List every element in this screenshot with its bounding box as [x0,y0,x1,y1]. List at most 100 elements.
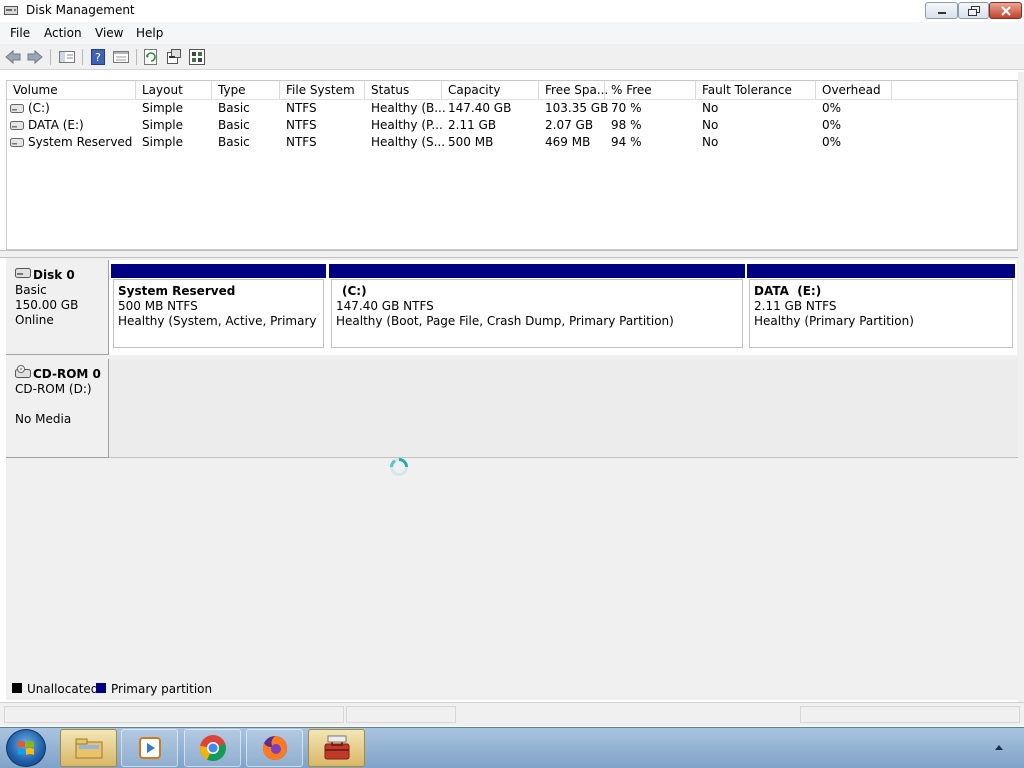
toolbox-app-icon [324,735,349,760]
table-row[interactable]: DATA (E:) Simple Basic NTFS Healthy (P..… [7,117,1017,134]
minimize-icon [937,11,946,14]
column-header-capacity[interactable]: Capacity [448,83,500,97]
column-divider[interactable] [604,81,605,99]
volume-capacity: 147.40 GB [448,101,512,115]
toolbar: ? [0,44,1024,70]
volume-status: Healthy (S... [371,135,446,149]
hard-disk-icon [15,268,31,278]
table-row[interactable]: (C:) Simple Basic NTFS Healthy (B... 147… [7,100,1017,117]
chrome-icon [199,735,226,761]
volume-percent-free: 94 % [611,135,642,149]
column-divider[interactable] [211,81,212,99]
partition-c[interactable]: (C:) 147.40 GB NTFS Healthy (Boot, Page … [329,264,745,350]
column-header-layout[interactable]: Layout [142,83,183,97]
column-header-percent-free[interactable]: % Free [611,83,652,97]
menu-view[interactable]: View [95,26,123,40]
column-divider[interactable] [891,81,892,99]
menu-help[interactable]: Help [136,26,163,40]
help-button[interactable]: ? [89,48,107,66]
taskbar [0,727,1024,768]
column-header-file-system[interactable]: File System [286,83,355,97]
partition-size: 147.40 GB NTFS [336,299,434,313]
taskbar-firefox[interactable] [246,729,303,767]
taskbar-disk-management[interactable] [308,729,365,767]
partition-body: System Reserved 500 MB NTFS Healthy (Sys… [113,279,324,348]
settings-icon [189,49,205,65]
column-header-free-space[interactable]: Free Spa... [545,83,608,97]
disk-0-label[interactable]: Disk 0 Basic 150.00 GB Online [6,260,109,355]
show-hide-console-tree-button[interactable] [58,48,76,66]
column-header-volume[interactable]: Volume [13,83,58,97]
volume-capacity: 500 MB [448,135,494,149]
volume-status: Healthy (P... [371,118,443,132]
volume-percent-free: 70 % [611,101,642,115]
forward-arrow-icon [27,50,43,64]
volume-drive-icon [10,104,24,113]
restore-button[interactable] [958,2,989,19]
refresh-icon [144,49,157,65]
properties-button[interactable] [112,48,130,66]
column-divider[interactable] [279,81,280,99]
disk-name: CD-ROM 0 [33,367,101,381]
firefox-icon [262,736,287,760]
column-divider[interactable] [538,81,539,99]
partition-body: DATA (E:) 2.11 GB NTFS Healthy (Primary … [749,279,1013,348]
volume-file-system: NTFS [286,101,317,115]
column-header-status[interactable]: Status [371,83,409,97]
taskbar-file-explorer[interactable] [60,729,117,767]
refresh-button[interactable] [142,48,160,66]
start-button[interactable] [6,729,46,767]
volume-free-space: 469 MB [545,135,591,149]
volume-file-system: NTFS [286,118,317,132]
taskbar-chrome[interactable] [184,729,241,767]
volume-layout: Simple [142,101,183,115]
partition-title: (C:) [342,284,367,298]
cdrom-0-empty-area [109,359,1018,458]
menu-action[interactable]: Action [44,26,82,40]
disk-size: 150.00 GB [15,298,79,312]
close-button[interactable] [989,2,1022,19]
tray-up-arrow-icon[interactable] [994,743,1004,751]
minimize-button[interactable] [925,2,958,19]
column-divider[interactable] [364,81,365,99]
column-divider[interactable] [695,81,696,99]
partition-title: System Reserved [118,284,236,298]
back-arrow-icon [5,50,21,64]
status-segment [800,706,1020,723]
partition-data-e[interactable]: DATA (E:) 2.11 GB NTFS Healthy (Primary … [747,264,1015,350]
column-divider[interactable] [441,81,442,99]
cdrom-0-label[interactable]: CD-ROM 0 CD-ROM (D:) No Media [6,359,109,458]
taskbar-media-player[interactable] [121,729,178,767]
volume-free-space: 2.07 GB [545,118,594,132]
media-player-icon [138,737,161,759]
settings-button[interactable] [188,48,206,66]
column-divider[interactable] [815,81,816,99]
volume-status: Healthy (B... [371,101,446,115]
legend-swatch-primary [96,683,106,693]
partition-system-reserved[interactable]: System Reserved 500 MB NTFS Healthy (Sys… [111,264,326,350]
export-list-button[interactable] [165,48,183,66]
volume-overhead: 0% [822,135,842,149]
table-row[interactable]: System Reserved Simple Basic NTFS Health… [7,134,1017,151]
pane-splitter[interactable] [0,250,1024,258]
volume-capacity: 2.11 GB [448,118,497,132]
partition-type-bar [111,264,326,278]
forward-button[interactable] [26,48,44,66]
volume-name: (C:) [28,101,50,115]
back-button[interactable] [4,48,22,66]
column-header-overhead[interactable]: Overhead [822,83,881,97]
volume-file-system: NTFS [286,135,317,149]
column-header-type[interactable]: Type [218,83,246,97]
volume-drive-icon [10,121,24,130]
start-orb-icon [18,741,34,755]
menu-bar: File Action View Help [0,22,1024,44]
status-segment [4,706,344,723]
menu-file[interactable]: File [10,26,30,40]
column-header-fault-tolerance[interactable]: Fault Tolerance [702,83,792,97]
volume-name: DATA (E:) [28,118,84,132]
restore-icon [967,5,980,16]
partition-title: DATA (E:) [754,284,822,298]
column-divider[interactable] [135,81,136,99]
window-title: Disk Management [26,3,135,17]
disk-state: Online [15,313,54,327]
